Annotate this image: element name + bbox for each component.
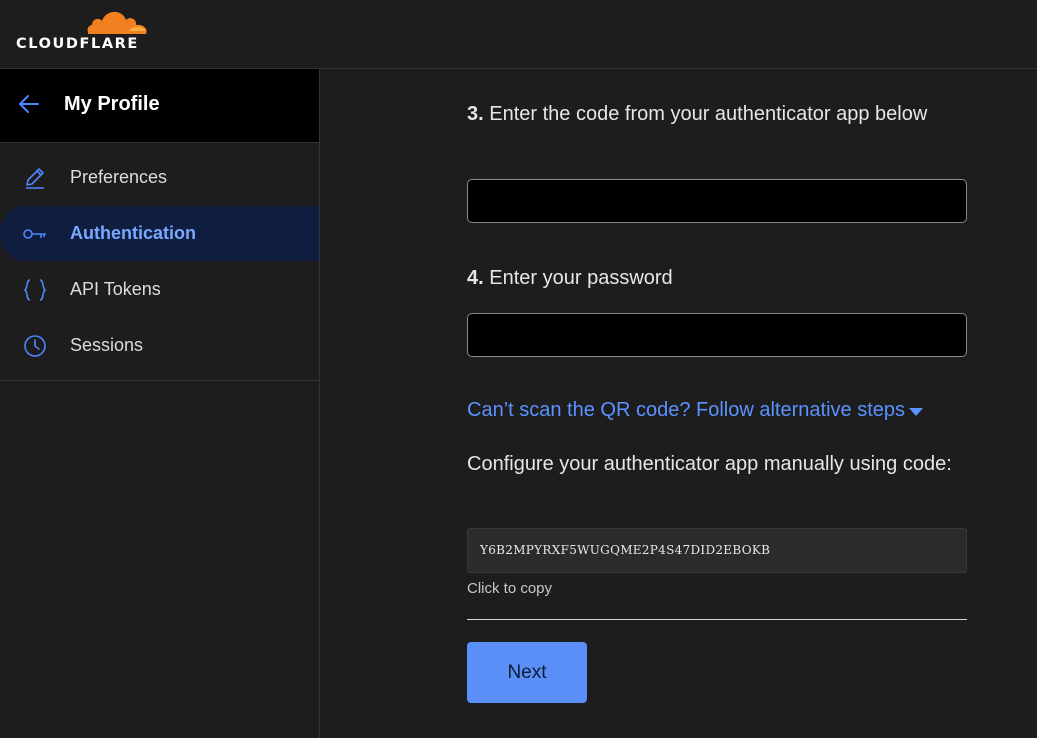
profile-sidebar: My Profile Preferences Authentication AP…	[0, 69, 320, 738]
alternative-steps-link[interactable]: Can’t scan the QR code? Follow alternati…	[467, 399, 925, 422]
next-button[interactable]: Next	[467, 642, 587, 703]
sidebar-header: My Profile	[0, 69, 319, 143]
caret-down-icon	[909, 407, 923, 416]
step-4-label: 4. Enter your password	[467, 263, 673, 293]
brand-name: CLOUDFLARE	[16, 36, 139, 52]
step-3-label: 3. Enter the code from your authenticato…	[467, 99, 937, 129]
sidebar-item-authentication[interactable]: Authentication	[0, 206, 319, 261]
sidebar-item-label: Preferences	[70, 167, 168, 187]
sidebar-item-sessions[interactable]: Sessions	[0, 318, 319, 373]
sidebar-item-api-tokens[interactable]: API Tokens	[0, 262, 319, 317]
alternative-steps-label: Can’t scan the QR code? Follow alternati…	[467, 399, 905, 421]
divider	[467, 619, 967, 620]
sidebar-item-label: API Tokens	[70, 279, 161, 299]
sidebar-item-label: Authentication	[70, 223, 196, 243]
top-bar: CLOUDFLARE	[0, 0, 1037, 69]
step-number: 3.	[467, 103, 484, 125]
cloudflare-logo[interactable]: CLOUDFLARE	[16, 4, 151, 52]
manual-config-text: Configure your authenticator app manuall…	[467, 453, 952, 475]
step-number: 4.	[467, 267, 484, 289]
cloud-icon	[87, 11, 147, 34]
step-text: Enter your password	[489, 267, 673, 289]
sidebar-nav: Preferences Authentication API Tokens Se…	[0, 144, 319, 381]
secret-code-box[interactable]: Y6B2MPYRXF5WUGQME2P4S47DID2EBOKB	[467, 528, 967, 573]
sidebar-item-label: Sessions	[70, 335, 144, 355]
sidebar-title: My Profile	[64, 93, 160, 115]
click-to-copy-hint: Click to copy	[467, 580, 553, 597]
sidebar-item-preferences[interactable]: Preferences	[0, 150, 319, 205]
password-input[interactable]	[467, 313, 967, 357]
pencil-icon	[26, 168, 44, 189]
back-arrow-icon[interactable]	[16, 91, 42, 117]
key-icon	[23, 229, 46, 239]
clock-icon	[24, 335, 46, 357]
step-text: Enter the code from your authenticator a…	[489, 103, 928, 125]
authenticator-code-input[interactable]	[467, 179, 967, 223]
braces-icon	[23, 279, 47, 301]
